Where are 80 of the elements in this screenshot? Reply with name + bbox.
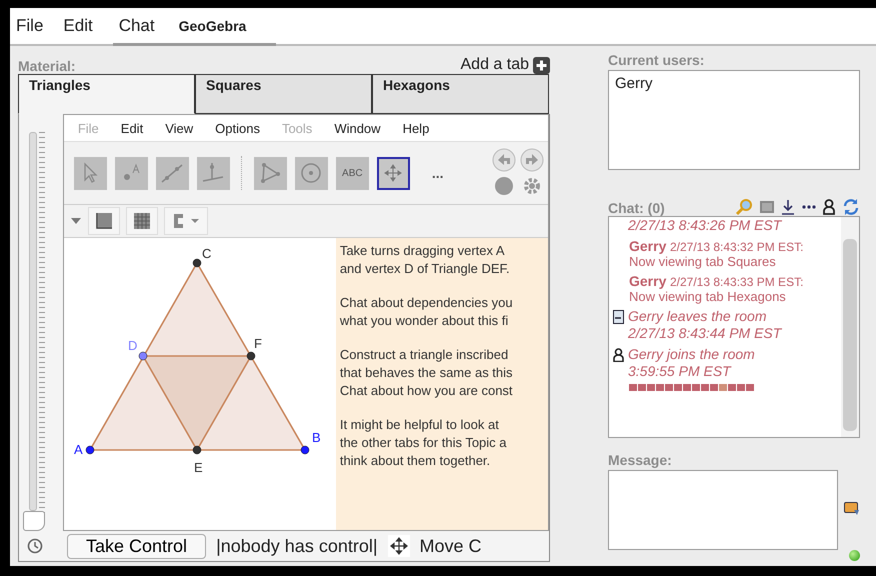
caret-icon[interactable] bbox=[70, 217, 82, 225]
instruction-line: think about them together. bbox=[340, 452, 492, 470]
tool-button[interactable]: ABC bbox=[336, 156, 369, 190]
app-tab[interactable]: Chat bbox=[118, 16, 155, 36]
point-marker[interactable] bbox=[192, 446, 202, 454]
menu-item[interactable]: Help bbox=[402, 120, 430, 136]
refresh-icon[interactable] bbox=[842, 198, 860, 216]
status-dot bbox=[849, 550, 860, 561]
chat-event: 2/27/13 8:43:26 PM EST bbox=[628, 217, 782, 234]
search-icon[interactable] bbox=[735, 198, 753, 216]
chat-time: 2/27/13 8:43:33 PM EST: bbox=[670, 275, 804, 289]
clock-icon[interactable] bbox=[27, 538, 43, 554]
instruction-line: It might be helpful to look at bbox=[340, 416, 500, 434]
instruction-line: Chat about dependencies you bbox=[340, 294, 514, 312]
send-icon[interactable] bbox=[844, 502, 860, 516]
grid-icon bbox=[132, 212, 151, 230]
slider-thumb[interactable] bbox=[23, 511, 45, 531]
download-icon[interactable] bbox=[781, 199, 795, 215]
panel-label: Material: bbox=[18, 58, 76, 74]
point-label: A bbox=[74, 442, 82, 457]
add-tab-button[interactable]: Add a tab bbox=[460, 56, 550, 74]
tool-button[interactable] bbox=[376, 156, 410, 190]
chat-user: Gerry bbox=[629, 273, 666, 289]
menu-item[interactable]: File bbox=[16, 16, 44, 36]
instruction-line: Take turns dragging vertex A bbox=[340, 242, 506, 260]
chat-event: Gerry leaves the room 2/27/13 8:43:44 PM EST bbox=[628, 308, 783, 342]
move-icon bbox=[383, 163, 404, 183]
panel-label: Current users: bbox=[608, 52, 706, 68]
triangle-icon bbox=[258, 161, 282, 185]
axes-icon bbox=[94, 212, 113, 230]
chat-time: 2/27/13 8:43:32 PM EST: bbox=[670, 240, 804, 254]
undo-redo-help-settings-drawing[interactable] bbox=[490, 148, 546, 198]
point-label: C bbox=[202, 246, 212, 261]
point-marker[interactable] bbox=[138, 352, 148, 360]
point-marker[interactable] bbox=[300, 446, 310, 454]
person-icon[interactable] bbox=[823, 199, 835, 215]
point-marker[interactable] bbox=[246, 352, 256, 360]
chat-message: Now viewing tab Hexagons bbox=[628, 289, 787, 304]
message-field[interactable] bbox=[608, 470, 838, 550]
take-control-button[interactable]: Take Control bbox=[67, 534, 206, 558]
point-label: F bbox=[254, 336, 262, 351]
panel-label: Chat: (0) bbox=[608, 200, 665, 216]
instruction-line: what you wonder about this fi bbox=[340, 312, 510, 330]
control-status: |nobody has control| bbox=[216, 536, 378, 556]
point-label: E bbox=[194, 460, 202, 475]
chat-event: Gerry joins the room 3:59:55 PM EST bbox=[628, 346, 756, 380]
point-capture-button[interactable] bbox=[164, 207, 208, 235]
scrollbar-thumb[interactable] bbox=[843, 239, 857, 431]
menu-item[interactable]: View bbox=[165, 120, 194, 136]
user-name[interactable]: Gerry bbox=[615, 75, 652, 92]
instruction-line: Chat about how you are const bbox=[340, 382, 514, 400]
point-label: D bbox=[128, 338, 138, 353]
instruction-line: the other tabs for this Topic a bbox=[340, 434, 508, 452]
material-tab[interactable]: Squares bbox=[195, 74, 372, 114]
move-label: Move C bbox=[420, 536, 482, 556]
plus-icon bbox=[533, 56, 550, 74]
grid-button[interactable] bbox=[126, 207, 158, 235]
app-tab[interactable]: GeoGebra bbox=[178, 18, 246, 34]
more-icon[interactable] bbox=[802, 204, 816, 210]
menu-item[interactable]: Options bbox=[215, 120, 260, 136]
axes-button[interactable] bbox=[88, 207, 120, 235]
instruction-line: that behaves the same as this bbox=[340, 364, 514, 382]
point-marker[interactable] bbox=[86, 446, 94, 454]
chat-user: Gerry bbox=[629, 238, 666, 254]
menu-item[interactable]: Window bbox=[334, 120, 381, 136]
slider-track[interactable] bbox=[29, 132, 37, 511]
move-icon[interactable] bbox=[388, 535, 410, 557]
point-marker[interactable] bbox=[192, 258, 202, 268]
menu-item[interactable]: Edit bbox=[120, 120, 144, 136]
material-tab[interactable]: Triangles bbox=[18, 74, 195, 114]
more-tools[interactable]: ... bbox=[432, 165, 444, 181]
material-tab[interactable]: Hexagons bbox=[372, 74, 549, 114]
menu-item[interactable]: Edit bbox=[63, 16, 93, 36]
person-icon bbox=[613, 348, 624, 362]
panel-label: Message: bbox=[608, 452, 673, 468]
circle-icon bbox=[299, 161, 324, 185]
instruction-line: Construct a triangle inscribed bbox=[340, 346, 510, 364]
chat-message: Now viewing tab Squares bbox=[628, 254, 777, 269]
instruction-line: and vertex D of Triangle DEF. bbox=[340, 260, 511, 278]
point-label: B bbox=[312, 430, 320, 445]
